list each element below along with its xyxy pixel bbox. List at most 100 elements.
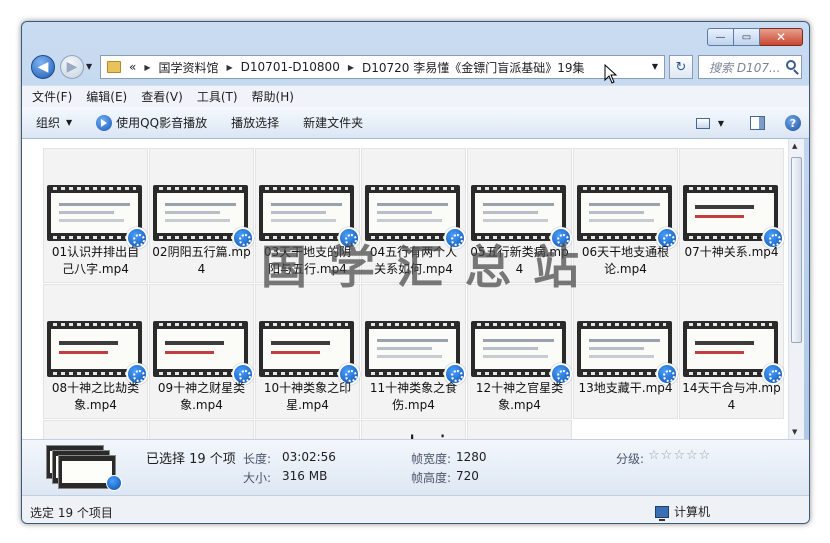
chevron-down-icon: ▼ xyxy=(66,118,73,127)
details-pane: 已选择 19 个项 长度: 03:02:56 大小: 316 MB 帧宽度: 1… xyxy=(22,439,809,495)
file-tile[interactable] xyxy=(43,420,148,439)
organize-button[interactable]: 组织 ▼ xyxy=(36,114,72,131)
status-bar: 选定 19 个项目 计算机 xyxy=(22,495,809,523)
explorer-window: — ▭ ✕ ◀ ▶ ▼ « ▶ 国学资料馆 ▶ D10701-D10800 ▶ … xyxy=(21,21,810,524)
menu-help[interactable]: 帮助(H) xyxy=(252,88,294,105)
frame-height-value: 720 xyxy=(456,469,479,483)
watermark-text: 国学汇总站 xyxy=(261,240,601,294)
file-tile[interactable]: 14天干合与冲.mp4 xyxy=(679,284,784,419)
file-tile[interactable]: 11十神类象之食伤.mp4 xyxy=(361,284,466,419)
length-value: 03:02:56 xyxy=(282,450,336,464)
file-tile[interactable]: 07十神关系.mp4 xyxy=(679,148,784,283)
menu-file[interactable]: 文件(F) xyxy=(32,88,72,105)
maximize-button[interactable]: ▭ xyxy=(734,28,760,46)
file-name: 11十神类象之食伤.mp4 xyxy=(369,381,458,412)
file-list-pane: 01认识并排出自己八字.mp4 02阴阳五行篇.mp4 03天干地支的阴阳与五行.m… xyxy=(22,139,798,439)
size-value: 316 MB xyxy=(282,469,328,483)
star-icon[interactable]: ☆ xyxy=(699,448,711,463)
folder-icon xyxy=(107,61,121,73)
playlist-select-button[interactable]: 播放选择 xyxy=(231,114,279,131)
window-controls: — ▭ ✕ xyxy=(707,28,803,46)
file-tile[interactable]: 08十神之比劫类象.mp4 xyxy=(43,284,148,419)
file-tile[interactable] xyxy=(149,420,254,439)
frame-width-value: 1280 xyxy=(456,450,487,464)
rating-label: 分级: xyxy=(616,452,645,466)
file-name: 07十神关系.mp4 xyxy=(684,245,779,259)
navigation-bar: ◀ ▶ ▼ « ▶ 国学资料馆 ▶ D10701-D10800 ▶ D10720… xyxy=(22,52,809,82)
address-dropdown-icon[interactable]: ▼ xyxy=(652,62,658,71)
search-placeholder: 搜索 D107... xyxy=(709,60,781,75)
status-location-label: 计算机 xyxy=(674,505,711,519)
mouse-cursor-icon xyxy=(604,63,618,87)
file-name: 10十神类象之印星.mp4 xyxy=(263,381,352,412)
new-folder-button[interactable]: 新建文件夹 xyxy=(303,114,363,131)
file-name: 09十神之财星类象.mp4 xyxy=(157,381,246,412)
size-label: 大小: xyxy=(243,471,272,485)
vertical-scrollbar[interactable]: ▲ ▼ xyxy=(788,139,804,439)
file-name: 13地支藏干.mp4 xyxy=(578,381,673,395)
scrollbar-thumb[interactable] xyxy=(791,157,802,343)
view-dropdown-icon[interactable]: ▼ xyxy=(718,119,724,128)
computer-icon xyxy=(655,505,669,521)
rating-stars[interactable]: ☆ ☆ ☆ ☆ ☆ xyxy=(648,448,711,463)
file-tile[interactable]: 02阴阳五行篇.mp4 xyxy=(149,148,254,283)
scroll-up-icon[interactable]: ▲ xyxy=(792,142,797,150)
menu-bar: 文件(F) 编辑(E) 查看(V) 工具(T) 帮助(H) xyxy=(22,85,809,107)
frame-height-label: 帧高度: xyxy=(411,471,452,485)
star-icon[interactable]: ☆ xyxy=(673,448,685,463)
breadcrumb-overflow[interactable]: « xyxy=(129,60,136,74)
frame-width-label: 帧宽度: xyxy=(411,452,452,466)
close-button[interactable]: ✕ xyxy=(760,28,803,46)
breadcrumb-separator-icon[interactable]: ▶ xyxy=(144,63,150,72)
toolbar-right-group: ▼ ? xyxy=(695,115,801,131)
file-tile[interactable]: 10十神类象之印星.mp4 xyxy=(255,284,360,419)
refresh-button[interactable]: ↻ xyxy=(669,55,693,79)
status-selection-text: 选定 19 个项目 xyxy=(30,506,113,520)
help-icon[interactable]: ? xyxy=(785,115,801,131)
file-name: 08十神之比劫类象.mp4 xyxy=(51,381,140,412)
qq-player-icon xyxy=(106,475,122,491)
breadcrumb-item-library[interactable]: 国学资料馆 xyxy=(159,59,219,76)
star-icon[interactable]: ☆ xyxy=(686,448,698,463)
file-tile[interactable]: 13地支藏干.mp4 xyxy=(573,284,678,419)
status-location: 计算机 xyxy=(655,503,711,521)
star-icon[interactable]: ☆ xyxy=(648,448,660,463)
star-icon[interactable]: ☆ xyxy=(661,448,673,463)
scroll-down-icon[interactable]: ▼ xyxy=(792,428,797,436)
breadcrumb-separator-icon[interactable]: ▶ xyxy=(227,63,233,72)
breadcrumb: « ▶ 国学资料馆 ▶ D10701-D10800 ▶ D10720 李易懂《金… xyxy=(129,59,585,76)
breadcrumb-item-current[interactable]: D10720 李易懂《金镖门盲派基础》19集 xyxy=(362,59,585,76)
file-tile[interactable]: 12十神之官星类象.mp4 xyxy=(467,284,572,419)
organize-label: 组织 xyxy=(36,116,61,130)
minimize-button[interactable]: — xyxy=(707,28,734,46)
play-with-qq-button[interactable]: 使用QQ影音播放 xyxy=(96,114,207,131)
command-bar: 组织 ▼ 使用QQ影音播放 播放选择 新建文件夹 ▼ ? xyxy=(22,107,809,139)
playlist-select-label: 播放选择 xyxy=(231,116,280,130)
breadcrumb-separator-icon[interactable]: ▶ xyxy=(348,63,354,72)
address-bar[interactable]: « ▶ 国学资料馆 ▶ D10701-D10800 ▶ D10720 李易懂《金… xyxy=(100,55,665,79)
play-with-qq-label: 使用QQ影音播放 xyxy=(116,116,208,130)
breadcrumb-item-range[interactable]: D10701-D10800 xyxy=(241,60,340,74)
recent-pages-dropdown-icon[interactable]: ▼ xyxy=(86,62,92,71)
file-tile[interactable]: 09十神之财星类象.mp4 xyxy=(149,284,254,419)
selection-thumbnail xyxy=(46,445,124,491)
file-tile[interactable]: 01认识并排出自己八字.mp4 xyxy=(43,148,148,283)
file-name: 02阴阳五行篇.mp4 xyxy=(152,245,251,276)
search-icon[interactable] xyxy=(786,60,796,70)
qq-player-icon xyxy=(96,114,113,131)
new-folder-label: 新建文件夹 xyxy=(303,116,364,130)
menu-tools[interactable]: 工具(T) xyxy=(197,88,238,105)
search-input[interactable]: 搜索 D107... xyxy=(698,55,802,79)
menu-view[interactable]: 查看(V) xyxy=(141,88,183,105)
selection-count: 已选择 19 个项 xyxy=(146,452,236,467)
back-button[interactable]: ◀ xyxy=(31,55,55,79)
menu-edit[interactable]: 编辑(E) xyxy=(86,88,127,105)
watermark-url: www.guoxuehuizong.com xyxy=(256,431,563,439)
change-view-icon[interactable] xyxy=(695,117,710,129)
file-name: 01认识并排出自己八字.mp4 xyxy=(51,245,140,276)
forward-button[interactable]: ▶ xyxy=(60,55,84,79)
preview-pane-icon[interactable] xyxy=(750,116,765,130)
file-name: 12十神之官星类象.mp4 xyxy=(475,381,564,412)
length-label: 长度: xyxy=(243,452,272,466)
title-bar: — ▭ ✕ xyxy=(22,22,809,48)
